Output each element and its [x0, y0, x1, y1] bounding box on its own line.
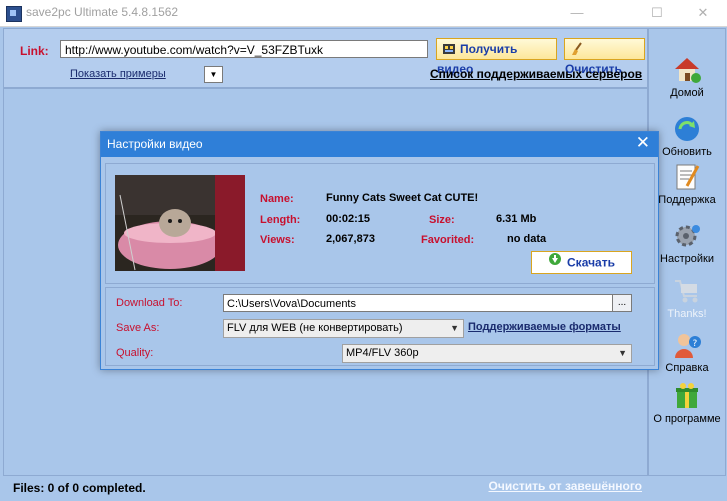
link-input[interactable]: http://www.youtube.com/watch?v=V_53FZBTu…: [60, 40, 428, 58]
dropdown-arrow-icon: ▼: [209, 70, 218, 79]
home-icon: [672, 55, 702, 85]
sidebar-item-about[interactable]: О программе: [649, 381, 725, 425]
sidebar-item-label: Обновить: [662, 146, 712, 158]
support-icon: [672, 162, 702, 192]
sidebar-item-support[interactable]: Поддержка: [649, 162, 725, 206]
settings-icon: [672, 221, 702, 251]
sidebar-item-thanks[interactable]: Thanks!: [649, 276, 725, 320]
sidebar: Домой Обновить Поддержка Настройки Thank…: [648, 28, 726, 476]
download-to-label: Download To:: [116, 297, 183, 309]
name-value: Funny Cats Sweet Cat CUTE!: [326, 192, 479, 204]
size-value: 6.31 Mb: [496, 213, 537, 225]
film-icon: [442, 42, 456, 56]
app-icon: [6, 6, 22, 22]
favorited-value: no data: [507, 233, 547, 245]
download-button[interactable]: Скачать: [531, 251, 632, 274]
refresh-icon: [672, 114, 702, 144]
sidebar-item-label: Настройки: [660, 253, 714, 265]
sidebar-item-label: Справка: [665, 362, 709, 374]
sidebar-item-home[interactable]: Домой: [649, 55, 725, 99]
status-bar: Files: 0 of 0 completed. Очистить от зав…: [3, 476, 646, 498]
clear-button[interactable]: Очистить: [564, 38, 645, 76]
sidebar-item-label: Thanks!: [667, 308, 707, 320]
video-thumbnail: [115, 175, 245, 271]
chevron-down-icon: ▼: [450, 323, 459, 333]
download-icon: [548, 252, 562, 273]
download-path-input[interactable]: C:\Users\Vova\Documents: [223, 294, 613, 312]
browse-button[interactable]: ...: [612, 294, 632, 312]
quality-label: Quality:: [116, 347, 154, 359]
size-label: Size:: [429, 214, 455, 226]
close-button[interactable]: ✕: [683, 0, 723, 26]
title-bar: save2pc Ultimate 5.4.8.1562 — ☐ ✕: [0, 0, 727, 27]
download-label: Скачать: [567, 255, 615, 270]
save-as-select[interactable]: FLV для WEB (не конвертировать) ▼: [223, 319, 464, 338]
sidebar-item-help[interactable]: ? Справка: [649, 330, 725, 374]
supported-servers-link[interactable]: Список поддерживаемых серверов: [430, 67, 642, 81]
views-label: Views:: [260, 234, 295, 246]
video-info-panel: Name: Funny Cats Sweet Cat CUTE! Length:…: [105, 163, 655, 284]
save-as-label: Save As:: [116, 322, 160, 334]
views-value: 2,067,873: [326, 233, 375, 245]
name-label: Name:: [260, 193, 294, 205]
link-label: Link:: [20, 44, 49, 58]
sidebar-item-label: Домой: [670, 87, 704, 99]
minimize-button[interactable]: —: [557, 0, 597, 26]
download-options-panel: Download To: C:\Users\Vova\Documents ...…: [105, 287, 655, 366]
quality-value: MP4/FLV 360p: [346, 347, 419, 359]
svg-text:?: ?: [693, 339, 698, 349]
files-status: Files: 0 of 0 completed.: [13, 481, 146, 495]
about-icon: [672, 381, 702, 411]
window-title: save2pc Ultimate 5.4.8.1562: [26, 5, 179, 19]
link-panel: Link: http://www.youtube.com/watch?v=V_5…: [3, 28, 648, 88]
quality-select[interactable]: MP4/FLV 360p ▼: [342, 344, 632, 363]
video-settings-dialog: Настройки видео ✕ Name: Funny Cats Sweet…: [100, 131, 659, 370]
broom-icon: [570, 42, 584, 56]
chevron-down-icon: ▼: [618, 348, 627, 358]
dialog-title-bar: Настройки видео ✕: [101, 132, 658, 157]
sidebar-item-label: Поддержка: [658, 194, 716, 206]
get-video-button[interactable]: Получить видео: [436, 38, 557, 76]
supported-formats-link[interactable]: Поддерживаемые форматы: [468, 321, 621, 333]
examples-dropdown[interactable]: ▼: [204, 66, 223, 83]
help-icon: ?: [672, 330, 702, 360]
clear-completed-link[interactable]: Очистить от завешённого: [489, 479, 642, 493]
favorited-label: Favorited:: [421, 234, 475, 246]
length-label: Length:: [260, 214, 301, 226]
maximize-button[interactable]: ☐: [637, 0, 677, 26]
dialog-close-button[interactable]: ✕: [636, 133, 650, 153]
length-value: 00:02:15: [326, 213, 371, 225]
show-examples-link[interactable]: Показать примеры: [70, 68, 166, 80]
cart-icon: [672, 276, 702, 306]
sidebar-item-label: О программе: [653, 413, 721, 425]
sidebar-item-refresh[interactable]: Обновить: [649, 114, 725, 158]
save-as-value: FLV для WEB (не конвертировать): [227, 322, 403, 334]
sidebar-item-settings[interactable]: Настройки: [649, 221, 725, 265]
dialog-title: Настройки видео: [107, 137, 203, 151]
